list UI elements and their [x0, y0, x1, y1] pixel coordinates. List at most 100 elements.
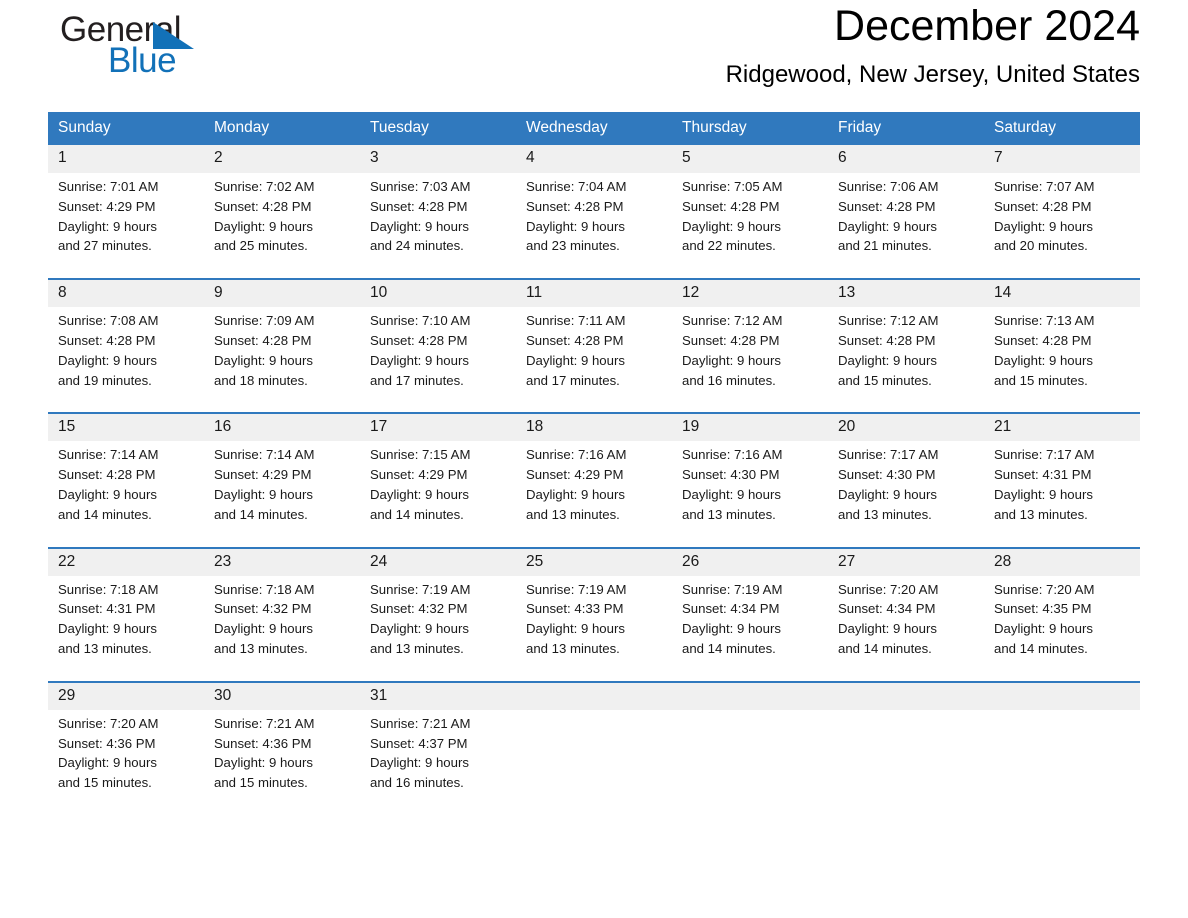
day-cell: Sunrise: 7:14 AM Sunset: 4:28 PM Dayligh…	[48, 441, 204, 548]
daylight-text-line1: Daylight: 9 hours	[58, 218, 157, 234]
daylight-text-line1: Daylight: 9 hours	[682, 218, 781, 234]
day-number: 23	[204, 546, 360, 576]
day-cell: Sunrise: 7:21 AM Sunset: 4:36 PM Dayligh…	[204, 709, 360, 815]
day-number: 8	[48, 278, 204, 308]
calendar-page: General Blue December 2024 Ridgewood, Ne…	[0, 0, 1188, 918]
sunrise-text: Sunrise: 7:03 AM	[370, 179, 471, 194]
daylight-text-line2: and 15 minutes.	[994, 372, 1088, 388]
sunrise-text: Sunrise: 7:15 AM	[370, 447, 471, 463]
daylight-text-line1: Daylight: 9 hours	[370, 486, 469, 502]
sunrise-text: Sunrise: 7:20 AM	[58, 715, 159, 731]
day-cell: Sunrise: 7:05 AM Sunset: 4:28 PM Dayligh…	[672, 173, 828, 280]
general-blue-logo: General Blue	[48, 8, 258, 82]
day-number: 3	[360, 145, 516, 173]
daylight-text-line2: and 21 minutes.	[838, 238, 932, 254]
daylight-text-line1: Daylight: 9 hours	[214, 486, 313, 502]
day-cell: Sunrise: 7:15 AM Sunset: 4:29 PM Dayligh…	[360, 441, 516, 548]
daylight-text-line2: and 13 minutes.	[370, 640, 464, 656]
day-cell: Sunrise: 7:01 AM Sunset: 4:29 PM Dayligh…	[48, 173, 204, 280]
week-date-row: 8 9 10 11 12 13 14	[48, 278, 1140, 308]
day-cell: Sunrise: 7:11 AM Sunset: 4:28 PM Dayligh…	[516, 307, 672, 414]
daylight-text-line2: and 18 minutes.	[214, 372, 308, 388]
sunrise-text: Sunrise: 7:21 AM	[370, 715, 471, 731]
day-cell: Sunrise: 7:12 AM Sunset: 4:28 PM Dayligh…	[828, 307, 984, 414]
daylight-text-line2: and 14 minutes.	[370, 506, 464, 522]
sunset-text: Sunset: 4:35 PM	[994, 601, 1092, 617]
day-number: 21	[984, 412, 1140, 442]
logo-text-blue: Blue	[108, 41, 177, 80]
daylight-text-line1: Daylight: 9 hours	[214, 218, 313, 234]
day-number: 29	[48, 680, 204, 710]
daylight-text-line2: and 13 minutes.	[526, 506, 620, 522]
week-info-row: Sunrise: 7:18 AM Sunset: 4:31 PM Dayligh…	[48, 575, 1140, 682]
day-cell: Sunrise: 7:06 AM Sunset: 4:28 PM Dayligh…	[828, 173, 984, 280]
day-cell: Sunrise: 7:17 AM Sunset: 4:30 PM Dayligh…	[828, 441, 984, 548]
day-number: 6	[828, 145, 984, 173]
sunrise-text: Sunrise: 7:04 AM	[526, 179, 627, 194]
sunrise-text: Sunrise: 7:10 AM	[370, 313, 471, 329]
sunrise-text: Sunrise: 7:12 AM	[838, 313, 939, 329]
daylight-text-line2: and 13 minutes.	[58, 640, 152, 656]
day-number: 13	[828, 278, 984, 308]
daylight-text-line1: Daylight: 9 hours	[526, 621, 625, 637]
daylight-text-line1: Daylight: 9 hours	[214, 621, 313, 637]
sunrise-text: Sunrise: 7:17 AM	[838, 447, 939, 463]
day-cell: Sunrise: 7:16 AM Sunset: 4:29 PM Dayligh…	[516, 441, 672, 548]
day-number: 20	[828, 412, 984, 442]
day-cell-empty	[516, 709, 672, 815]
daylight-text-line2: and 14 minutes.	[214, 506, 308, 522]
sunset-text: Sunset: 4:28 PM	[838, 332, 936, 348]
weekday-header-row: Sunday Monday Tuesday Wednesday Thursday…	[48, 112, 1140, 145]
daylight-text-line2: and 27 minutes.	[58, 238, 152, 254]
sunset-text: Sunset: 4:34 PM	[682, 601, 780, 617]
sunrise-text: Sunrise: 7:05 AM	[682, 179, 783, 194]
calendar-container: Sunday Monday Tuesday Wednesday Thursday…	[48, 112, 1140, 815]
sunset-text: Sunset: 4:28 PM	[994, 198, 1092, 214]
weekday-header-friday: Friday	[828, 112, 984, 145]
day-number-empty	[672, 680, 828, 710]
sunrise-text: Sunrise: 7:17 AM	[994, 447, 1095, 463]
calendar-body: 1 2 3 4 5 6 7 Sunrise: 7:01 AM Sunset: 4…	[48, 145, 1140, 815]
day-cell: Sunrise: 7:08 AM Sunset: 4:28 PM Dayligh…	[48, 307, 204, 414]
day-cell: Sunrise: 7:09 AM Sunset: 4:28 PM Dayligh…	[204, 307, 360, 414]
sunset-text: Sunset: 4:36 PM	[214, 735, 312, 751]
daylight-text-line1: Daylight: 9 hours	[58, 486, 157, 502]
day-number: 4	[516, 145, 672, 173]
day-number: 28	[984, 546, 1140, 576]
daylight-text-line1: Daylight: 9 hours	[994, 621, 1093, 637]
daylight-text-line1: Daylight: 9 hours	[58, 352, 157, 368]
daylight-text-line1: Daylight: 9 hours	[370, 352, 469, 368]
page-header: General Blue December 2024 Ridgewood, Ne…	[48, 0, 1140, 112]
day-number: 7	[984, 145, 1140, 173]
daylight-text-line1: Daylight: 9 hours	[682, 352, 781, 368]
day-number-empty	[828, 680, 984, 710]
sunset-text: Sunset: 4:32 PM	[370, 601, 468, 617]
daylight-text-line1: Daylight: 9 hours	[214, 352, 313, 368]
daylight-text-line2: and 16 minutes.	[682, 372, 776, 388]
day-cell: Sunrise: 7:03 AM Sunset: 4:28 PM Dayligh…	[360, 173, 516, 280]
day-number: 25	[516, 546, 672, 576]
day-number: 15	[48, 412, 204, 442]
day-cell: Sunrise: 7:04 AM Sunset: 4:28 PM Dayligh…	[516, 173, 672, 280]
weekday-header-tuesday: Tuesday	[360, 112, 516, 145]
day-cell: Sunrise: 7:19 AM Sunset: 4:34 PM Dayligh…	[672, 575, 828, 682]
sunset-text: Sunset: 4:28 PM	[682, 332, 780, 348]
calendar-head: Sunday Monday Tuesday Wednesday Thursday…	[48, 112, 1140, 145]
location-subtitle: Ridgewood, New Jersey, United States	[725, 61, 1140, 89]
day-number-empty	[516, 680, 672, 710]
day-number: 17	[360, 412, 516, 442]
day-cell: Sunrise: 7:13 AM Sunset: 4:28 PM Dayligh…	[984, 307, 1140, 414]
day-cell: Sunrise: 7:18 AM Sunset: 4:31 PM Dayligh…	[48, 575, 204, 682]
sunrise-text: Sunrise: 7:19 AM	[526, 581, 627, 597]
day-number: 27	[828, 546, 984, 576]
weekday-header-wednesday: Wednesday	[516, 112, 672, 145]
day-number: 19	[672, 412, 828, 442]
sunset-text: Sunset: 4:29 PM	[526, 467, 624, 483]
weekday-header-monday: Monday	[204, 112, 360, 145]
day-cell: Sunrise: 7:12 AM Sunset: 4:28 PM Dayligh…	[672, 307, 828, 414]
daylight-text-line1: Daylight: 9 hours	[838, 486, 937, 502]
daylight-text-line1: Daylight: 9 hours	[370, 218, 469, 234]
daylight-text-line1: Daylight: 9 hours	[214, 755, 313, 771]
day-number: 10	[360, 278, 516, 308]
page-title: December 2024	[834, 2, 1140, 50]
